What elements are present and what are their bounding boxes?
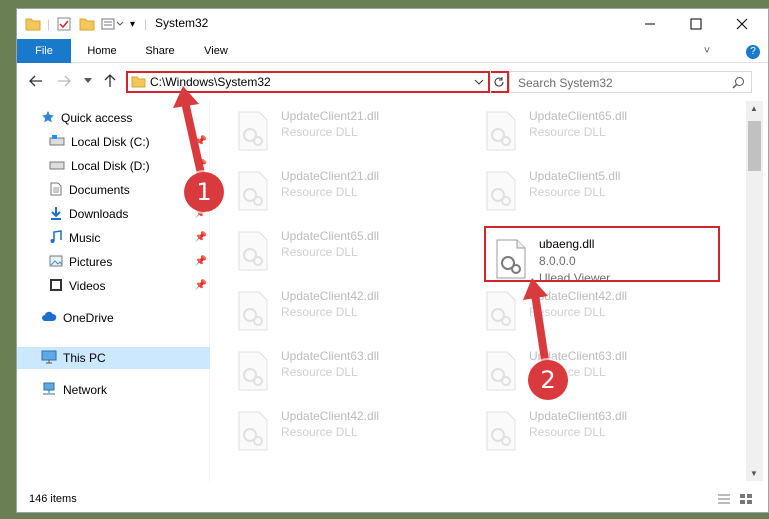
step-badge-2: 2 [528, 360, 568, 400]
annotation-arrows [173, 86, 549, 364]
step-badge-1: 1 [184, 172, 224, 212]
